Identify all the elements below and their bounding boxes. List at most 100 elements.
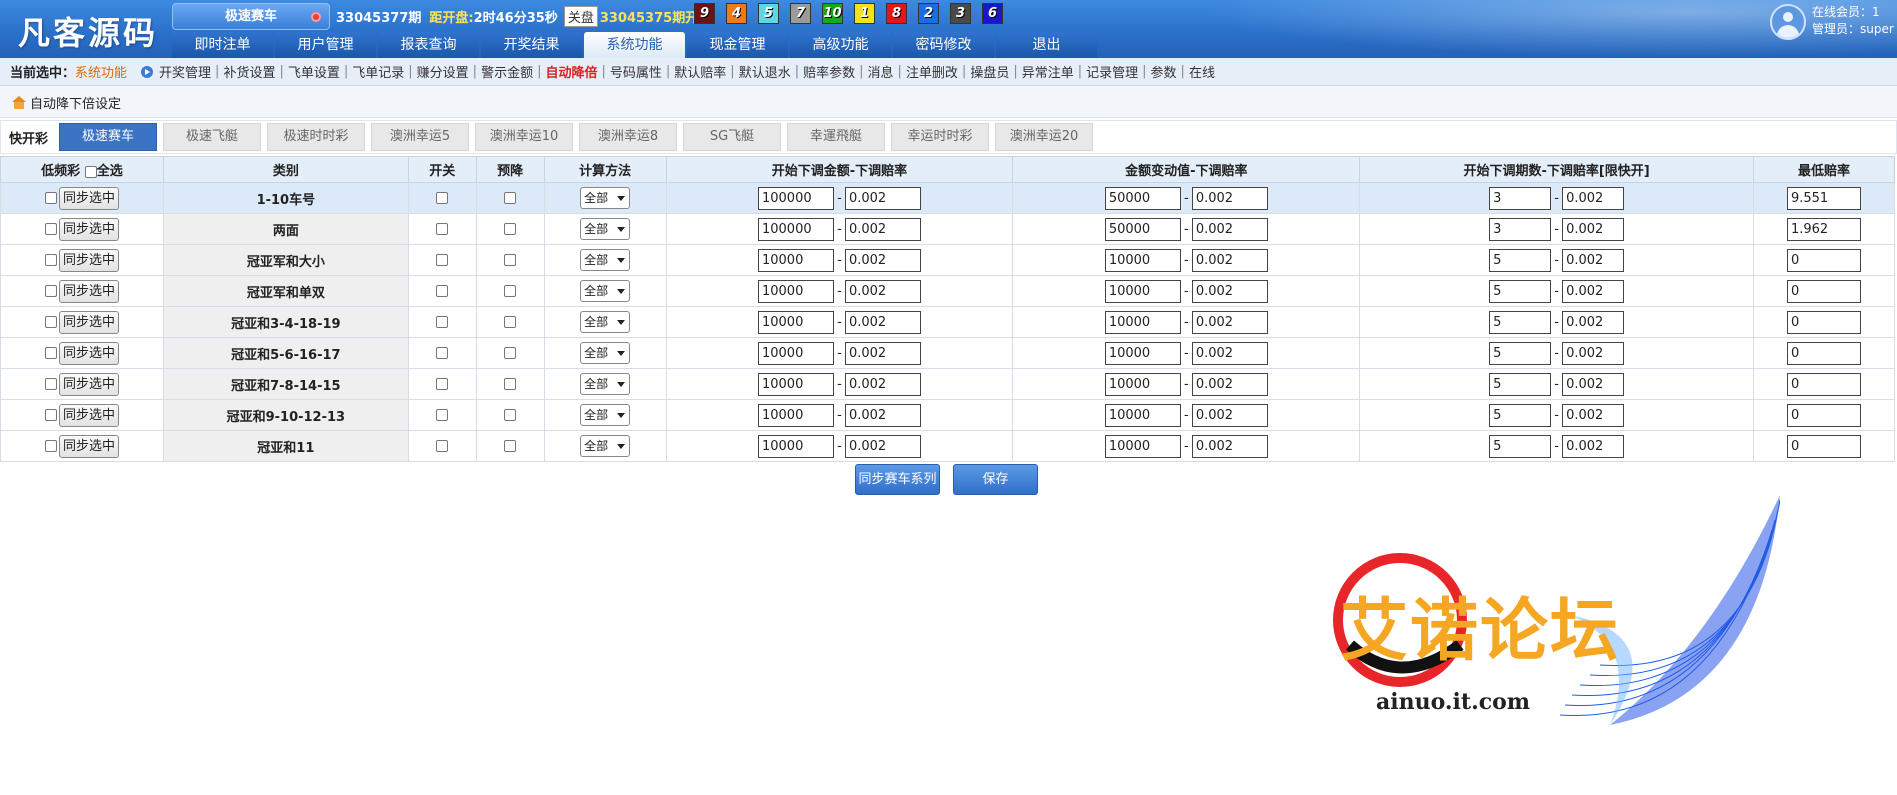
start-amount-input[interactable]: 10000	[757, 310, 834, 334]
method-select[interactable]: 全部	[580, 373, 631, 395]
periods-amount-input[interactable]: 5	[1489, 248, 1552, 272]
row-checkbox[interactable]	[44, 285, 57, 297]
min-odds-input[interactable]: 0	[1786, 434, 1861, 458]
row-checkbox[interactable]	[44, 192, 57, 204]
lottery-tab[interactable]: 澳洲幸运20	[995, 123, 1093, 151]
pre-checkbox[interactable]	[504, 192, 517, 204]
min-odds-input[interactable]: 0	[1786, 248, 1861, 272]
switch-checkbox[interactable]	[436, 409, 449, 421]
nav-item[interactable]: 现金管理	[687, 32, 788, 58]
periods-amount-input[interactable]: 5	[1489, 341, 1552, 365]
periods-odds-input[interactable]: 0.002	[1562, 372, 1625, 396]
switch-checkbox[interactable]	[436, 285, 449, 297]
change-amount-input[interactable]: 10000	[1104, 372, 1181, 396]
pre-checkbox[interactable]	[504, 440, 517, 452]
sync-selected-button[interactable]: 同步选中	[58, 279, 119, 303]
subnav-link[interactable]: 赔率参数	[803, 62, 855, 81]
start-odds-input[interactable]: 0.002	[844, 217, 921, 241]
pre-checkbox[interactable]	[504, 378, 517, 390]
min-odds-input[interactable]: 0	[1786, 310, 1861, 334]
sync-selected-button[interactable]: 同步选中	[58, 310, 119, 334]
lottery-tab[interactable]: 极速赛车	[59, 123, 157, 151]
change-odds-input[interactable]: 0.002	[1191, 403, 1268, 427]
method-select[interactable]: 全部	[580, 435, 631, 457]
method-select[interactable]: 全部	[580, 404, 631, 426]
pre-checkbox[interactable]	[504, 347, 517, 359]
switch-checkbox[interactable]	[436, 378, 449, 390]
lottery-tab[interactable]: 幸運飛艇	[787, 123, 885, 151]
start-odds-input[interactable]: 0.002	[844, 403, 921, 427]
periods-odds-input[interactable]: 0.002	[1562, 217, 1625, 241]
change-amount-input[interactable]: 50000	[1104, 217, 1181, 241]
row-checkbox[interactable]	[44, 223, 57, 235]
periods-odds-input[interactable]: 0.002	[1562, 341, 1625, 365]
min-odds-input[interactable]: 0	[1786, 279, 1861, 303]
start-odds-input[interactable]: 0.002	[844, 434, 921, 458]
change-odds-input[interactable]: 0.002	[1191, 279, 1268, 303]
nav-item[interactable]: 系统功能	[584, 32, 685, 58]
min-odds-input[interactable]: 0	[1786, 372, 1861, 396]
periods-amount-input[interactable]: 5	[1489, 403, 1552, 427]
change-amount-input[interactable]: 10000	[1104, 310, 1181, 334]
lottery-tab[interactable]: SG飞艇	[683, 123, 781, 151]
subnav-link[interactable]: 操盘员	[970, 62, 1009, 81]
subnav-link[interactable]: 自动降倍	[545, 62, 597, 81]
sync-selected-button[interactable]: 同步选中	[58, 403, 119, 427]
periods-odds-input[interactable]: 0.002	[1562, 403, 1625, 427]
switch-checkbox[interactable]	[436, 316, 449, 328]
periods-odds-input[interactable]: 0.002	[1562, 279, 1625, 303]
start-amount-input[interactable]: 10000	[757, 279, 834, 303]
start-amount-input[interactable]: 10000	[757, 403, 834, 427]
row-checkbox[interactable]	[44, 316, 57, 328]
method-select[interactable]: 全部	[580, 218, 631, 240]
start-odds-input[interactable]: 0.002	[844, 186, 921, 210]
subnav-link[interactable]: 消息	[868, 62, 894, 81]
pre-checkbox[interactable]	[504, 254, 517, 266]
game-select[interactable]: 极速赛车	[172, 3, 330, 30]
method-select[interactable]: 全部	[580, 342, 631, 364]
change-odds-input[interactable]: 0.002	[1191, 310, 1268, 334]
sync-selected-button[interactable]: 同步选中	[58, 341, 119, 365]
periods-odds-input[interactable]: 0.002	[1562, 248, 1625, 272]
switch-checkbox[interactable]	[436, 254, 449, 266]
method-select[interactable]: 全部	[580, 280, 631, 302]
start-amount-input[interactable]: 10000	[757, 248, 834, 272]
switch-checkbox[interactable]	[436, 223, 449, 235]
min-odds-input[interactable]: 1.962	[1786, 217, 1861, 241]
pre-checkbox[interactable]	[504, 223, 517, 235]
save-button[interactable]: 保存	[953, 464, 1038, 495]
row-checkbox[interactable]	[44, 378, 57, 390]
periods-amount-input[interactable]: 5	[1489, 434, 1552, 458]
nav-item[interactable]: 开奖结果	[481, 32, 582, 58]
min-odds-input[interactable]: 9.551	[1786, 186, 1861, 210]
lottery-tab[interactable]: 澳洲幸运5	[371, 123, 469, 151]
periods-amount-input[interactable]: 3	[1489, 217, 1552, 241]
nav-item[interactable]: 高级功能	[790, 32, 891, 58]
change-amount-input[interactable]: 10000	[1104, 248, 1181, 272]
min-odds-input[interactable]: 0	[1786, 403, 1861, 427]
subnav-link[interactable]: 号码属性	[610, 62, 662, 81]
pre-checkbox[interactable]	[504, 316, 517, 328]
subnav-link[interactable]: 默认赔率	[674, 62, 726, 81]
row-checkbox[interactable]	[44, 347, 57, 359]
change-odds-input[interactable]: 0.002	[1191, 248, 1268, 272]
start-amount-input[interactable]: 10000	[757, 372, 834, 396]
change-odds-input[interactable]: 0.002	[1191, 341, 1268, 365]
lottery-tab[interactable]: 极速飞艇	[163, 123, 261, 151]
pre-checkbox[interactable]	[504, 409, 517, 421]
periods-odds-input[interactable]: 0.002	[1562, 434, 1625, 458]
change-amount-input[interactable]: 10000	[1104, 279, 1181, 303]
start-amount-input[interactable]: 100000	[757, 186, 834, 210]
subnav-link[interactable]: 开奖管理	[159, 62, 211, 81]
switch-checkbox[interactable]	[436, 440, 449, 452]
lottery-tab[interactable]: 极速时时彩	[267, 123, 365, 151]
subnav-link[interactable]: 在线	[1189, 62, 1215, 81]
subnav-link[interactable]: 默认退水	[739, 62, 791, 81]
min-odds-input[interactable]: 0	[1786, 341, 1861, 365]
sync-selected-button[interactable]: 同步选中	[58, 372, 119, 396]
start-odds-input[interactable]: 0.002	[844, 341, 921, 365]
periods-odds-input[interactable]: 0.002	[1562, 310, 1625, 334]
subnav-link[interactable]: 飞单记录	[352, 62, 404, 81]
sync-selected-button[interactable]: 同步选中	[58, 186, 119, 210]
method-select[interactable]: 全部	[580, 249, 631, 271]
